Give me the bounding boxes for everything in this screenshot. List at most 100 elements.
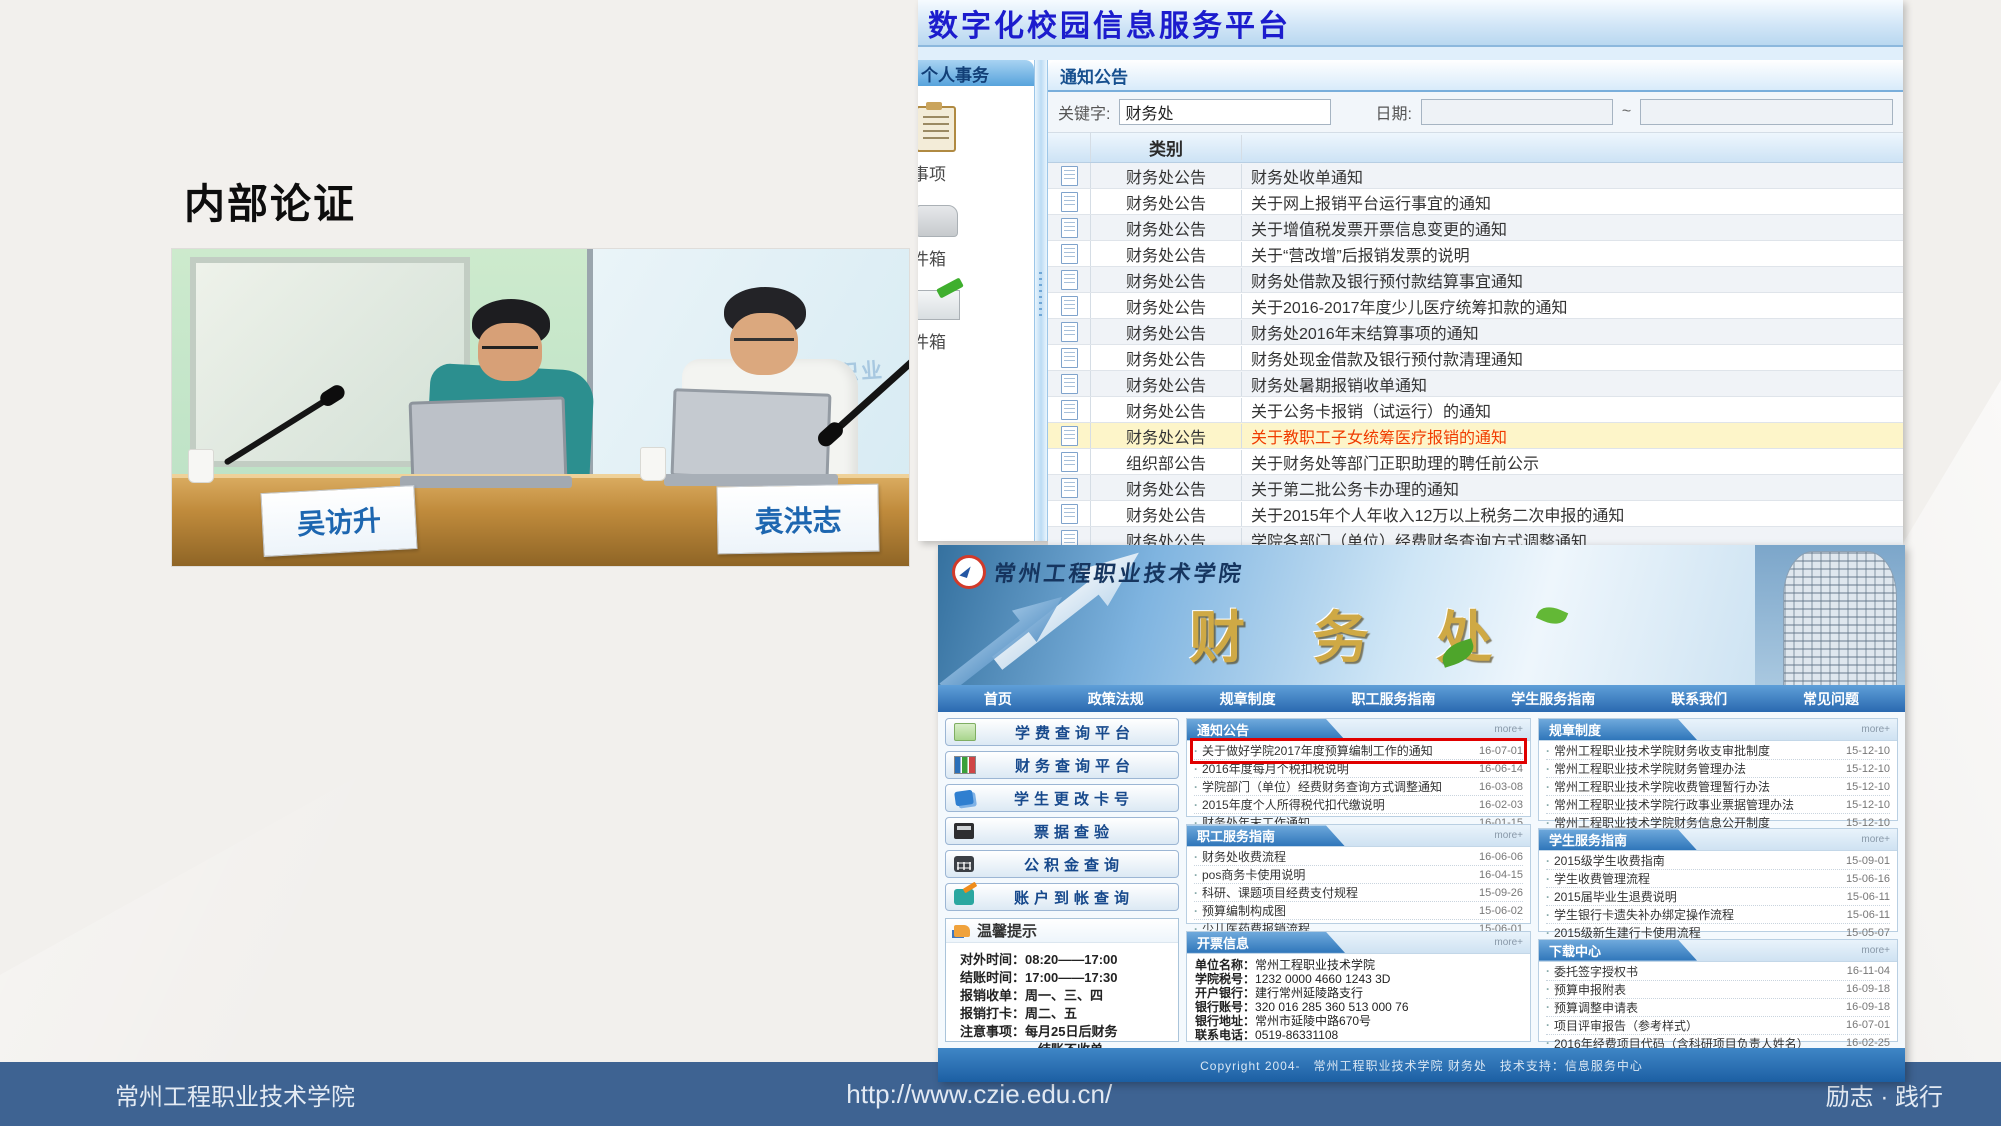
portal-screenshot: 数字化校园信息服务平台 个人事务 事项 件箱 件箱 — [918, 0, 1903, 541]
bullet — [1546, 982, 1550, 996]
table-row[interactable]: 财务处公告 财务处收单通知 — [1048, 163, 1903, 189]
tips-body: 对外时间：08:20——17:00 结账时间：17:00——17:30 报销收单… — [946, 943, 1178, 1059]
pane-splitter[interactable] — [1034, 60, 1048, 541]
row-title-link[interactable]: 财务处现金借款及银行预付款清理通知 — [1242, 346, 1903, 370]
download-item[interactable]: 预算申报附表 16-09-18 — [1546, 981, 1890, 999]
tuition-query-button[interactable]: 学费查询平台 — [945, 718, 1179, 746]
finance-query-button[interactable]: 财务查询平台 — [945, 751, 1179, 779]
card-change-button[interactable]: 学生更改卡号 — [945, 784, 1179, 812]
item-date: 15-06-16 — [1846, 873, 1890, 885]
table-row[interactable]: 组织部公告 关于财务处等部门正职助理的聘任前公示 — [1048, 449, 1903, 475]
nav-item[interactable]: 首页 — [984, 689, 1012, 709]
more-link[interactable]: more+ — [1494, 937, 1530, 948]
sidebar-item-outbox[interactable]: 件箱 — [918, 290, 1034, 353]
tips-icon — [954, 925, 970, 937]
more-link[interactable]: more+ — [1861, 724, 1897, 735]
invoice-check-button[interactable]: 票据查验 — [945, 817, 1179, 845]
student-guide-item[interactable]: 2015级学生收费指南 15-09-01 — [1546, 852, 1890, 870]
clipboard-icon — [918, 106, 956, 152]
keyword-input[interactable] — [1119, 99, 1331, 125]
item-date: 16-07-01 — [1846, 1019, 1890, 1031]
sidebar-item-todo[interactable]: 事项 — [918, 106, 1034, 185]
row-title-link[interactable]: 关于第二批公务卡办理的通知 — [1242, 476, 1903, 500]
student-guide-item[interactable]: 学生银行卡遗失补办绑定操作流程 15-06-11 — [1546, 906, 1890, 924]
date-from-input[interactable] — [1421, 99, 1613, 125]
guide-item[interactable]: 财务处收费流程 16-06-06 — [1194, 848, 1523, 866]
more-link[interactable]: more+ — [1494, 724, 1530, 735]
table-row[interactable]: 财务处公告 关于第二批公务卡办理的通知 — [1048, 475, 1903, 501]
housing-fund-button[interactable]: 公积金查询 — [945, 850, 1179, 878]
guide-item[interactable]: 科研、课题项目经费支付规程 15-09-26 — [1194, 884, 1523, 902]
item-date: 15-06-11 — [1847, 891, 1890, 903]
table-row[interactable]: 财务处公告 关于增值税发票开票信息变更的通知 — [1048, 215, 1903, 241]
section-title: 规章制度 — [1539, 719, 1697, 740]
nav-item[interactable]: 职工服务指南 — [1351, 689, 1435, 709]
building-photo — [1755, 545, 1905, 685]
table-row[interactable]: 财务处公告 关于“营改增”后报销发票的说明 — [1048, 241, 1903, 267]
document-icon — [1061, 296, 1078, 316]
date-to-input[interactable] — [1640, 99, 1893, 125]
nav-item[interactable]: 政策法规 — [1088, 689, 1144, 709]
row-title-link[interactable]: 财务处收单通知 — [1242, 164, 1903, 188]
slide-title: 内部论证 — [184, 170, 356, 230]
student-guide-item[interactable]: 2015届毕业生退费说明 15-06-11 — [1546, 888, 1890, 906]
regulation-item[interactable]: 常州工程职业技术学院财务管理办法 15-12-10 — [1546, 760, 1890, 778]
panel-title: 通知公告 — [1048, 60, 1903, 92]
table-row[interactable]: 财务处公告 关于公务卡报销（试运行）的通知 — [1048, 397, 1903, 423]
tab-personal-affairs[interactable]: 个人事务 — [918, 60, 1034, 86]
tips-title: 温馨提示 — [977, 920, 1037, 941]
row-title-link[interactable]: 关于公务卡报销（试运行）的通知 — [1242, 398, 1903, 422]
document-icon — [1061, 192, 1078, 212]
notice-item[interactable]: 关于做好学院2017年度预算编制工作的通知 16-07-01 — [1194, 742, 1523, 760]
account-arrival-button[interactable]: 账户到帐查询 — [945, 883, 1179, 911]
download-item[interactable]: 项目评审报告（参考样式） 16-07-01 — [1546, 1017, 1890, 1035]
row-title-link[interactable]: 关于财务处等部门正职助理的聘任前公示 — [1242, 450, 1903, 474]
row-title-link[interactable]: 关于“营改增”后报销发票的说明 — [1242, 242, 1903, 266]
table-row[interactable]: 财务处公告 财务处现金借款及银行预付款清理通知 — [1048, 345, 1903, 371]
table-row[interactable]: 财务处公告 关于2016-2017年度少儿医疗统筹扣款的通知 — [1048, 293, 1903, 319]
row-category: 财务处公告 — [1091, 502, 1242, 526]
nav-item[interactable]: 规章制度 — [1220, 689, 1276, 709]
row-title-link[interactable]: 关于增值税发票开票信息变更的通知 — [1242, 216, 1903, 240]
regulation-item[interactable]: 常州工程职业技术学院收费管理暂行办法 15-12-10 — [1546, 778, 1890, 796]
sidebar-item-inbox[interactable]: 件箱 — [918, 205, 1034, 270]
regulation-item[interactable]: 常州工程职业技术学院财务收支审批制度 15-12-10 — [1546, 742, 1890, 760]
guide-item[interactable]: pos商务卡使用说明 16-04-15 — [1194, 866, 1523, 884]
nav-item[interactable]: 常见问题 — [1803, 689, 1859, 709]
table-row[interactable]: 财务处公告 关于教职工子女统筹医疗报销的通知 — [1048, 423, 1903, 449]
tips-box: 温馨提示 对外时间：08:20——17:00 结账时间：17:00——17:30… — [945, 918, 1179, 1042]
category-column-header: 类别 — [1091, 135, 1242, 160]
download-item[interactable]: 委托签字授权书 16-11-04 — [1546, 963, 1890, 981]
nav-item[interactable]: 联系我们 — [1671, 689, 1727, 709]
regulation-item[interactable]: 常州工程职业技术学院行政事业票据管理办法 15-12-10 — [1546, 796, 1890, 814]
row-title-link[interactable]: 财务处借款及银行预付款结算事宜通知 — [1242, 268, 1903, 292]
download-item[interactable]: 预算调整申请表 16-09-18 — [1546, 999, 1890, 1017]
row-title-link[interactable]: 关于网上报销平台运行事宜的通知 — [1242, 190, 1903, 214]
row-category: 财务处公告 — [1091, 372, 1242, 396]
more-link[interactable]: more+ — [1494, 830, 1530, 841]
calculator-icon — [954, 856, 974, 872]
nav-item[interactable]: 学生服务指南 — [1511, 689, 1595, 709]
section-title: 职工服务指南 — [1187, 825, 1345, 846]
more-link[interactable]: more+ — [1861, 834, 1897, 845]
student-guide-item[interactable]: 学生收费管理流程 15-06-16 — [1546, 870, 1890, 888]
more-link[interactable]: more+ — [1861, 945, 1897, 956]
notice-item[interactable]: 学院部门（单位）经费财务查询方式调整通知 16-03-08 — [1194, 778, 1523, 796]
row-category: 财务处公告 — [1091, 164, 1242, 188]
table-row[interactable]: 财务处公告 财务处暑期报销收单通知 — [1048, 371, 1903, 397]
notice-item[interactable]: 2016年度每月个税扣税说明 16-06-14 — [1194, 760, 1523, 778]
table-row[interactable]: 财务处公告 财务处2016年末结算事项的通知 — [1048, 319, 1903, 345]
row-title-link[interactable]: 关于2015年个人年收入12万以上税务二次申报的通知 — [1242, 502, 1903, 526]
table-row[interactable]: 财务处公告 关于2015年个人年收入12万以上税务二次申报的通知 — [1048, 501, 1903, 527]
row-title-link[interactable]: 财务处2016年末结算事项的通知 — [1242, 320, 1903, 344]
notice-item[interactable]: 2015年度个人所得税代扣代缴说明 16-02-03 — [1194, 796, 1523, 814]
table-row[interactable]: 财务处公告 关于网上报销平台运行事宜的通知 — [1048, 189, 1903, 215]
table-row[interactable]: 财务处公告 财务处借款及银行预付款结算事宜通知 — [1048, 267, 1903, 293]
row-title-link[interactable]: 关于教职工子女统筹医疗报销的通知 — [1242, 424, 1903, 448]
row-title-link[interactable]: 财务处暑期报销收单通知 — [1242, 372, 1903, 396]
printer-icon — [954, 823, 974, 839]
guide-item[interactable]: 预算编制构成图 15-06-02 — [1194, 902, 1523, 920]
document-icon — [1061, 348, 1078, 368]
item-date: 16-11-04 — [1847, 965, 1890, 977]
row-title-link[interactable]: 关于2016-2017年度少儿医疗统筹扣款的通知 — [1242, 294, 1903, 318]
